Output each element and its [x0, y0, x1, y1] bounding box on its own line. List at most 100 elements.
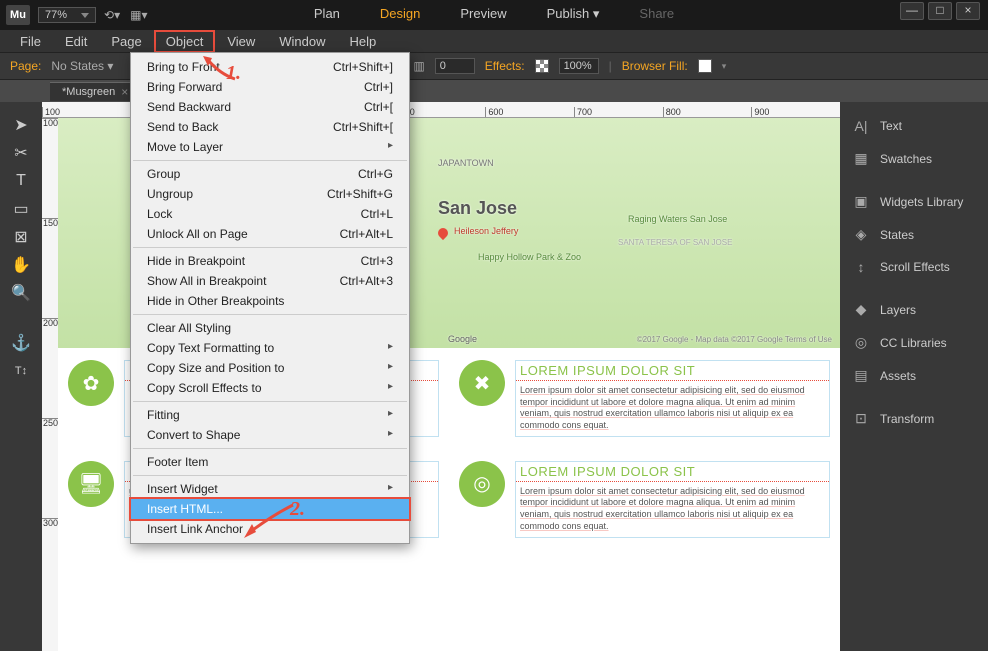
panel-layers[interactable]: ◆Layers [840, 293, 988, 326]
menu-item-label: Copy Scroll Effects to [147, 381, 262, 395]
menu-separator [133, 314, 407, 315]
menu-item-unlock-all-on-page[interactable]: Unlock All on PageCtrl+Alt+L [131, 224, 409, 244]
panel-assets[interactable]: ▤Assets [840, 359, 988, 392]
menu-item-label: Copy Size and Position to [147, 361, 284, 375]
undo-stack-icon[interactable]: ⟲▾ [104, 8, 120, 22]
selection-tool[interactable]: ➤ [6, 112, 36, 138]
panel-states[interactable]: ◈States [840, 218, 988, 251]
menu-bar: File Edit Page Object View Window Help [0, 30, 988, 52]
close-button[interactable]: × [956, 2, 980, 20]
menu-item-copy-text-formatting-to[interactable]: Copy Text Formatting to [131, 338, 409, 358]
states-icon: ◈ [852, 226, 870, 243]
menu-page[interactable]: Page [101, 32, 151, 51]
effects-value[interactable] [559, 58, 599, 74]
panels-dock: A|Text ▦Swatches ▣Widgets Library ◈State… [840, 102, 988, 651]
menu-item-copy-size-and-position-to[interactable]: Copy Size and Position to [131, 358, 409, 378]
frame-tool[interactable]: ⊠ [6, 224, 36, 250]
menu-item-insert-widget[interactable]: Insert Widget [131, 479, 409, 499]
menu-object[interactable]: Object [156, 32, 214, 51]
menu-item-bring-to-front[interactable]: Bring to FrontCtrl+Shift+] [131, 57, 409, 77]
close-icon[interactable]: × [121, 85, 128, 99]
tab-title: *Musgreen [62, 86, 115, 98]
browser-fill-swatch[interactable] [698, 59, 712, 73]
menu-help[interactable]: Help [340, 32, 387, 51]
panel-swatches[interactable]: ▦Swatches [840, 142, 988, 175]
map-google-logo: Google [448, 334, 477, 344]
effects-label: Effects: [485, 59, 525, 73]
menu-item-ungroup[interactable]: UngroupCtrl+Shift+G [131, 184, 409, 204]
gear-icon: ✿ [68, 360, 114, 406]
menu-item-label: Clear All Styling [147, 321, 231, 335]
menu-item-label: Move to Layer [147, 140, 223, 154]
menu-item-convert-to-shape[interactable]: Convert to Shape [131, 425, 409, 445]
mode-preview[interactable]: Preview [460, 6, 506, 22]
document-tab[interactable]: *Musgreen × [50, 82, 140, 101]
x-input[interactable] [435, 58, 475, 74]
text-frame-tool[interactable]: T↕ [6, 358, 36, 384]
menu-item-send-backward[interactable]: Send BackwardCtrl+[ [131, 97, 409, 117]
panel-text[interactable]: A|Text [840, 110, 988, 142]
page-state[interactable]: No States ▾ [51, 59, 113, 73]
effects-swatch[interactable] [535, 59, 549, 73]
menu-item-hide-in-other-breakpoints[interactable]: Hide in Other Breakpoints [131, 291, 409, 311]
menu-shortcut: Ctrl+Shift+[ [333, 120, 393, 134]
menu-item-bring-forward[interactable]: Bring ForwardCtrl+] [131, 77, 409, 97]
zoom-select[interactable]: 77% [38, 7, 96, 23]
mode-plan[interactable]: Plan [314, 6, 340, 22]
menu-item-label: Insert Link Anchor [147, 522, 243, 536]
link-icon[interactable]: ▥ [413, 59, 424, 73]
title-bar: Mu 77% ⟲▾ ▦▾ Plan Design Preview Publish… [0, 0, 988, 30]
panel-cc[interactable]: ◎CC Libraries [840, 326, 988, 359]
map-marker-icon [436, 226, 450, 240]
menu-item-move-to-layer[interactable]: Move to Layer [131, 137, 409, 157]
rectangle-tool[interactable]: ▭ [6, 196, 36, 222]
menu-item-label: Unlock All on Page [147, 227, 248, 241]
chevron-down-icon [81, 13, 89, 18]
menu-item-show-all-in-breakpoint[interactable]: Show All in BreakpointCtrl+Alt+3 [131, 271, 409, 291]
mode-design[interactable]: Design [380, 6, 420, 22]
menu-shortcut: Ctrl+Alt+3 [340, 274, 393, 288]
panel-transform[interactable]: ⊡Transform [840, 402, 988, 435]
menu-shortcut: Ctrl+G [358, 167, 393, 181]
map-area-label: SANTA TERESA OF SAN JOSE [618, 238, 732, 247]
scroll-icon: ↕ [852, 259, 870, 275]
menu-view[interactable]: View [217, 32, 265, 51]
menu-item-label: Footer Item [147, 455, 208, 469]
zoom-tool[interactable]: 🔍 [6, 280, 36, 306]
text-tool[interactable]: T [6, 168, 36, 194]
menu-item-lock[interactable]: LockCtrl+L [131, 204, 409, 224]
menu-item-label: Ungroup [147, 187, 193, 201]
menu-item-clear-all-styling[interactable]: Clear All Styling [131, 318, 409, 338]
menu-shortcut: Ctrl+L [361, 207, 393, 221]
menu-shortcut: Ctrl+3 [361, 254, 393, 268]
menu-edit[interactable]: Edit [55, 32, 97, 51]
hand-tool[interactable]: ✋ [6, 252, 36, 278]
panel-widgets[interactable]: ▣Widgets Library [840, 185, 988, 218]
anchor-tool[interactable]: ⚓ [6, 330, 36, 356]
map-area-label: JAPANTOWN [438, 158, 494, 168]
maximize-button[interactable]: □ [928, 2, 952, 20]
toolbox: ➤ ✂ T ▭ ⊠ ✋ 🔍 ⚓ T↕ [0, 102, 42, 651]
menu-item-label: Insert HTML... [147, 502, 223, 516]
menu-item-copy-scroll-effects-to[interactable]: Copy Scroll Effects to [131, 378, 409, 398]
map-marker-label: Heileson Jeffery [454, 226, 518, 236]
map-attribution: ©2017 Google - Map data ©2017 Google Ter… [637, 335, 832, 344]
crop-tool[interactable]: ✂ [6, 140, 36, 166]
menu-item-label: Copy Text Formatting to [147, 341, 274, 355]
menu-item-footer-item[interactable]: Footer Item [131, 452, 409, 472]
minimize-button[interactable]: — [900, 2, 924, 20]
menu-file[interactable]: File [10, 32, 51, 51]
menu-item-label: Hide in Other Breakpoints [147, 294, 284, 308]
menu-item-group[interactable]: GroupCtrl+G [131, 164, 409, 184]
menu-item-send-to-back[interactable]: Send to BackCtrl+Shift+[ [131, 117, 409, 137]
app-icon: Mu [6, 5, 30, 25]
menu-item-fitting[interactable]: Fitting [131, 405, 409, 425]
map-city-label: San Jose [438, 198, 517, 219]
mode-publish[interactable]: Publish ▾ [547, 6, 600, 22]
menu-item-label: Fitting [147, 408, 180, 422]
menu-window[interactable]: Window [269, 32, 335, 51]
layout-icon[interactable]: ▦▾ [130, 8, 147, 22]
zoom-value: 77% [45, 9, 67, 21]
panel-scroll[interactable]: ↕Scroll Effects [840, 251, 988, 283]
menu-item-hide-in-breakpoint[interactable]: Hide in BreakpointCtrl+3 [131, 251, 409, 271]
